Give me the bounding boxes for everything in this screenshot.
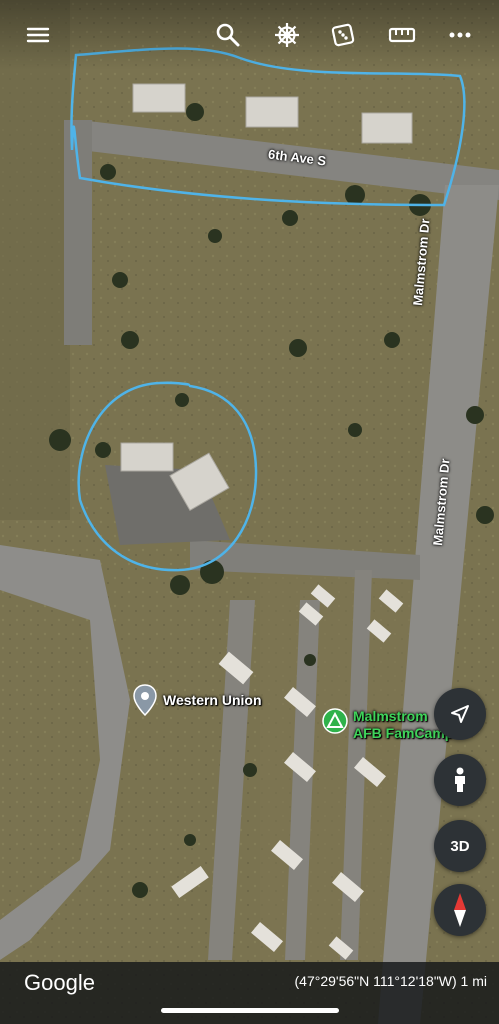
ruler-icon[interactable] <box>385 18 419 52</box>
compass-button[interactable] <box>434 884 486 936</box>
search-icon[interactable] <box>211 18 245 52</box>
street-view-button[interactable] <box>434 754 486 806</box>
western-union-pin-icon[interactable] <box>133 684 157 717</box>
toggle-3d-label: 3D <box>450 837 470 855</box>
ships-wheel-icon[interactable] <box>270 18 304 52</box>
campground-pin-icon[interactable] <box>322 708 348 734</box>
top-toolbar <box>0 0 499 70</box>
place-label-western-union[interactable]: Western Union <box>163 692 262 708</box>
pegman-icon <box>455 767 465 792</box>
navigation-arrow-icon <box>451 705 469 723</box>
satellite-map[interactable] <box>0 0 499 1024</box>
coordinates-scale-readout: (47°29'56"N 111°12'18"W) 1 mi <box>294 973 488 989</box>
more-dots-icon[interactable] <box>443 18 477 52</box>
hamburger-menu-icon[interactable] <box>21 18 55 52</box>
google-logo: Google <box>24 970 95 995</box>
toggle-3d-button[interactable]: 3D <box>434 820 486 872</box>
map-footer: Google (47°29'56"N 111°12'18"W) 1 mi <box>0 962 499 1024</box>
compass-icon <box>454 893 466 927</box>
my-location-button[interactable] <box>434 688 486 740</box>
home-indicator[interactable] <box>161 1008 339 1013</box>
dice-icon[interactable] <box>326 18 360 52</box>
